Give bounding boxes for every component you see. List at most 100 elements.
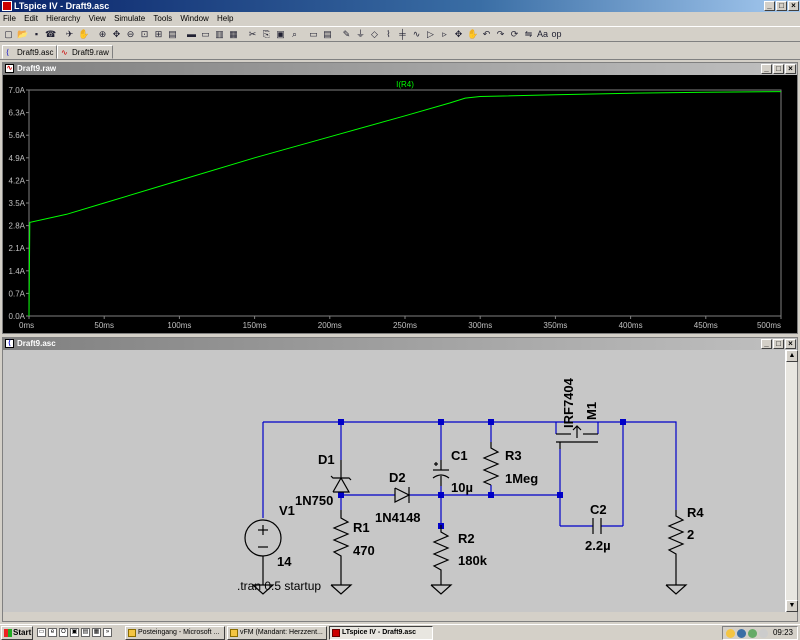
r2-name-label: R2 — [458, 531, 475, 546]
zoom-out-icon[interactable]: ⊖ — [125, 29, 136, 40]
menu-window[interactable]: Window — [177, 14, 211, 23]
task-vfm[interactable]: vFM (Mandant: Herzzent... — [227, 626, 327, 640]
mirror-icon[interactable]: ⇋ — [523, 29, 534, 40]
tile-vertical-icon[interactable]: ▥ — [214, 29, 225, 40]
text-icon[interactable]: Aa — [537, 29, 548, 40]
cut-icon[interactable]: ✂ — [247, 29, 258, 40]
quicklaunch-explorer-icon[interactable]: ▤ — [81, 628, 90, 637]
tab-draft9-asc[interactable]: ⟨ Draft9.asc — [2, 45, 58, 59]
x-tick-label: 50ms — [94, 321, 114, 330]
menu-simulate[interactable]: Simulate — [111, 14, 148, 23]
resistor-r3[interactable] — [482, 442, 500, 486]
v1-value-label: 14 — [277, 554, 292, 569]
close-all-icon[interactable]: ▦ — [228, 29, 239, 40]
find-icon[interactable]: ⌕ — [289, 29, 300, 40]
menu-file[interactable]: File — [0, 14, 19, 23]
plot-pane[interactable]: 0.0A 0.7A 1.4A 2.1A 2.8A 3.5A 4.2A 4.9A 5.6A 6.3A… — [3, 75, 797, 333]
start-button[interactable]: Start — [1, 626, 33, 640]
menu-hierarchy[interactable]: Hierarchy — [43, 14, 83, 23]
close-button[interactable]: × — [788, 1, 799, 11]
x-tick-label: 300ms — [468, 321, 492, 330]
quicklaunch-browser-icon[interactable]: e — [48, 628, 57, 637]
tray-icon-4[interactable] — [759, 629, 768, 638]
menu-tools[interactable]: Tools — [150, 14, 175, 23]
component-icon[interactable]: ▹ — [439, 29, 450, 40]
schematic-minimize-button[interactable]: _ — [761, 339, 772, 349]
label-net-icon[interactable]: ◇ — [369, 29, 380, 40]
waveform-plot[interactable]: 0.0A 0.7A 1.4A 2.1A 2.8A 3.5A 4.2A 4.9A 5.6A 6.3A… — [3, 75, 797, 333]
tray-icon-2[interactable] — [737, 629, 746, 638]
pan-icon[interactable]: ✥ — [111, 29, 122, 40]
minimize-button[interactable]: _ — [764, 1, 775, 11]
waveform-window: ∿ Draft9.raw _ □ × 0.0A 0.7A 1.4A 2.1A 2.8A 3… — [2, 62, 798, 334]
task-ltspice[interactable]: LTspice IV - Draft9.asc — [329, 626, 433, 640]
wire-icon[interactable]: ✎ — [341, 29, 352, 40]
d1-value-label: 1N750 — [295, 493, 333, 508]
menu-bar: File Edit Hierarchy View Simulate Tools … — [0, 13, 800, 25]
schematic-drawing[interactable]: V1 14 D1 1N750 R1 470 D2 1N4148 C1 10µ R… — [3, 350, 785, 612]
x-tick-label: 0ms — [19, 321, 34, 330]
scroll-down-arrow-icon[interactable]: ▼ — [786, 600, 798, 612]
schematic-vertical-scrollbar[interactable]: ▲ ▼ — [785, 350, 798, 612]
fft-icon[interactable]: ▤ — [167, 29, 178, 40]
spice-directive-icon[interactable]: op — [551, 29, 562, 40]
run-icon[interactable]: ✈ — [64, 29, 75, 40]
copy-icon[interactable]: ⎘ — [261, 29, 272, 40]
zoom-in-icon[interactable]: ⊕ — [97, 29, 108, 40]
scroll-up-arrow-icon[interactable]: ▲ — [786, 350, 798, 362]
tile-horizontal-icon[interactable]: ▬ — [186, 29, 197, 40]
redo-icon[interactable]: ↷ — [495, 29, 506, 40]
zoom-fit-icon[interactable]: ⊡ — [139, 29, 150, 40]
diode-icon[interactable]: ▷ — [425, 29, 436, 40]
quicklaunch-desktop-icon[interactable]: ▭ — [37, 628, 46, 637]
diode-d2[interactable] — [394, 487, 411, 503]
undo-icon[interactable]: ↶ — [481, 29, 492, 40]
tray-icon-3[interactable] — [748, 629, 757, 638]
r3-value-label: 1Meg — [505, 471, 538, 486]
autorange-icon[interactable]: ⊞ — [153, 29, 164, 40]
zener-d1[interactable] — [332, 476, 351, 493]
menu-view[interactable]: View — [86, 14, 109, 23]
new-schematic-icon[interactable]: ▢ — [3, 29, 14, 40]
open-icon[interactable]: 📂 — [17, 29, 28, 40]
ground-icon[interactable]: ⏚ — [355, 29, 366, 40]
windows-logo-icon — [4, 629, 12, 637]
print-setup-icon[interactable]: ▭ — [308, 29, 319, 40]
move-icon[interactable]: ✥ — [453, 29, 464, 40]
resistor-r4[interactable] — [667, 510, 685, 585]
save-icon[interactable]: ▪ — [31, 29, 42, 40]
plot-maximize-button[interactable]: □ — [773, 64, 784, 74]
quicklaunch-outlook-icon[interactable]: O — [59, 628, 68, 637]
quicklaunch-tool-icon[interactable]: ▦ — [92, 628, 101, 637]
rotate-icon[interactable]: ⟳ — [509, 29, 520, 40]
clock[interactable]: 09:23 — [773, 627, 793, 639]
schematic-canvas[interactable]: V1 14 D1 1N750 R1 470 D2 1N4148 C1 10µ R… — [3, 350, 785, 612]
x-tick-label: 350ms — [543, 321, 567, 330]
x-tick-label: 500ms — [757, 321, 781, 330]
schematic-maximize-button[interactable]: □ — [773, 339, 784, 349]
menu-help[interactable]: Help — [214, 14, 236, 23]
control-panel-icon[interactable]: ☎ — [45, 29, 56, 40]
resistor-icon[interactable]: ⌇ — [383, 29, 394, 40]
tab-draft9-raw[interactable]: ∿ Draft9.raw — [57, 45, 113, 59]
resistor-r1[interactable] — [332, 510, 350, 585]
menu-edit[interactable]: Edit — [21, 14, 41, 23]
paste-icon[interactable]: ▣ — [275, 29, 286, 40]
cascade-icon[interactable]: ▭ — [200, 29, 211, 40]
plot-close-button[interactable]: × — [785, 64, 796, 74]
halt-icon[interactable]: ✋ — [78, 29, 89, 40]
plot-minimize-button[interactable]: _ — [761, 64, 772, 74]
drag-icon[interactable]: ✋ — [467, 29, 478, 40]
quicklaunch-more-icon[interactable]: » — [103, 628, 112, 637]
print-icon[interactable]: ▤ — [322, 29, 333, 40]
maximize-button[interactable]: □ — [776, 1, 787, 11]
tray-icon-1[interactable] — [726, 629, 735, 638]
schematic-close-button[interactable]: × — [785, 339, 796, 349]
spice-directive[interactable]: .tran 0.5 startup — [237, 579, 321, 593]
quicklaunch-app-icon[interactable]: ▣ — [70, 628, 79, 637]
inductor-icon[interactable]: ∿ — [411, 29, 422, 40]
task-posteingang[interactable]: Posteingang - Microsoft ... — [125, 626, 225, 640]
resistor-r2[interactable] — [432, 525, 450, 585]
capacitor-icon[interactable]: ╪ — [397, 29, 408, 40]
schematic-icon: ⟨ — [5, 339, 14, 348]
